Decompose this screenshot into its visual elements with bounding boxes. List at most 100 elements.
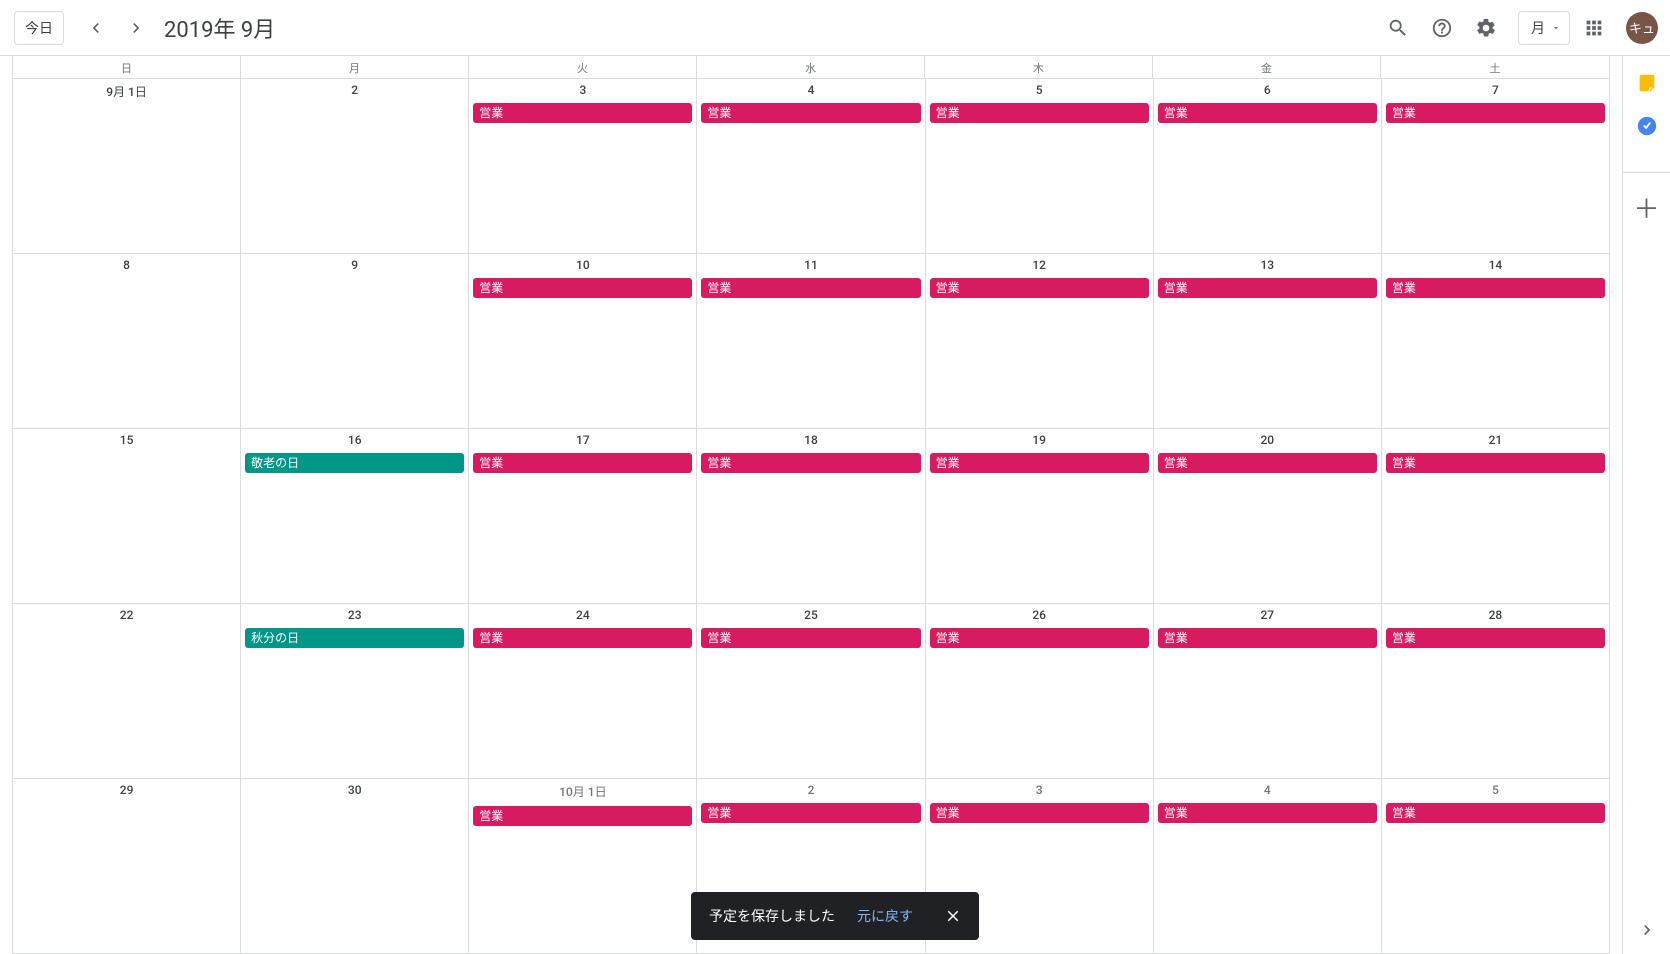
calendar-event[interactable]: 営業 [1158,628,1377,648]
day-cell[interactable]: 16敬老の日 [241,428,469,603]
calendar-event[interactable]: 営業 [1158,453,1377,473]
main-wrap: 日 月 火 水 木 金 土 9月 1日23営業4営業5営業6営業7営業8910営… [0,56,1670,954]
apps-grid-icon [1583,17,1605,39]
calendar-event[interactable]: 営業 [473,453,692,473]
day-number: 13 [1154,254,1381,278]
day-cell[interactable]: 14営業 [1382,253,1610,428]
calendar-event[interactable]: 営業 [473,278,692,298]
plus-icon: ＋ [1633,195,1659,225]
toast-undo[interactable]: 元に戻す [857,906,913,926]
calendar-event[interactable]: 営業 [1158,803,1377,823]
chevron-right-icon [126,18,146,38]
addons-button[interactable]: ＋ [1623,172,1670,226]
calendar-event[interactable]: 営業 [1158,278,1377,298]
toast-close[interactable] [935,898,971,934]
day-cell[interactable]: 30 [241,778,469,953]
day-cell[interactable]: 28営業 [1382,603,1610,778]
toast: 予定を保存しました 元に戻す [691,892,979,940]
account-avatar[interactable]: キュ [1626,12,1658,44]
calendar-event[interactable]: 営業 [473,806,692,826]
day-number: 30 [241,779,468,803]
calendar-event[interactable]: 営業 [1386,453,1605,473]
calendar-event[interactable]: 営業 [1158,103,1377,123]
day-cell[interactable]: 10営業 [469,253,697,428]
day-header: 木 [925,56,1153,78]
calendar-event[interactable]: 営業 [473,628,692,648]
calendar-event[interactable]: 営業 [930,453,1149,473]
day-number: 12 [926,254,1153,278]
calendar-event[interactable]: 営業 [930,103,1149,123]
settings-button[interactable] [1466,8,1506,48]
view-selector[interactable]: 月 [1518,11,1570,45]
keep-button[interactable] [1635,72,1659,96]
calendar-event[interactable]: 営業 [1386,628,1605,648]
apps-button[interactable] [1574,8,1614,48]
calendar-event[interactable]: 営業 [930,628,1149,648]
day-number: 29 [13,779,240,803]
day-cell[interactable]: 10月 1日営業 [469,778,697,953]
day-cell[interactable]: 23秋分の日 [241,603,469,778]
calendar-event[interactable]: 営業 [1386,278,1605,298]
day-cell[interactable]: 27営業 [1154,603,1382,778]
day-cell[interactable]: 17営業 [469,428,697,603]
day-header: 火 [469,56,697,78]
day-cell[interactable]: 18営業 [697,428,925,603]
day-number: 10 [469,254,696,278]
search-button[interactable] [1378,8,1418,48]
calendar-event[interactable]: 営業 [701,103,920,123]
collapse-side-button[interactable] [1637,920,1657,940]
next-button[interactable] [116,8,156,48]
day-number: 18 [697,429,924,453]
day-cell[interactable]: 26営業 [926,603,1154,778]
day-number: 9 [241,254,468,278]
day-number: 6 [1154,79,1381,103]
day-cell[interactable]: 11営業 [697,253,925,428]
calendar-event[interactable]: 営業 [701,628,920,648]
day-cell[interactable]: 20営業 [1154,428,1382,603]
search-icon [1387,17,1409,39]
day-cell[interactable]: 4営業 [1154,778,1382,953]
day-cell[interactable]: 13営業 [1154,253,1382,428]
day-cell[interactable]: 24営業 [469,603,697,778]
calendar-event[interactable]: 営業 [701,278,920,298]
calendar-event[interactable]: 営業 [473,103,692,123]
calendar-event[interactable]: 敬老の日 [245,453,464,473]
month-grid: 9月 1日23営業4営業5営業6営業7営業8910営業11営業12営業13営業1… [12,78,1610,954]
day-cell[interactable]: 4営業 [697,78,925,253]
tasks-button[interactable] [1635,114,1659,138]
day-cell[interactable]: 12営業 [926,253,1154,428]
day-cell[interactable]: 8 [13,253,241,428]
calendar-event[interactable]: 営業 [1386,103,1605,123]
calendar-event[interactable]: 営業 [701,803,920,823]
prev-button[interactable] [76,8,116,48]
day-cell[interactable]: 22 [13,603,241,778]
day-cell[interactable]: 15 [13,428,241,603]
day-cell[interactable]: 3営業 [469,78,697,253]
calendar-event[interactable]: 営業 [701,453,920,473]
calendar-event[interactable]: 営業 [930,803,1149,823]
day-cell[interactable]: 19営業 [926,428,1154,603]
day-cell[interactable]: 9月 1日 [13,78,241,253]
day-header: 月 [241,56,469,78]
day-cell[interactable]: 5営業 [926,78,1154,253]
keep-icon [1636,73,1658,95]
calendar-event[interactable]: 営業 [1386,803,1605,823]
day-cell[interactable]: 25営業 [697,603,925,778]
day-cell[interactable]: 2 [241,78,469,253]
help-button[interactable] [1422,8,1462,48]
today-button[interactable]: 今日 [14,11,64,45]
day-cell[interactable]: 21営業 [1382,428,1610,603]
date-range-title: 2019年 9月 [164,12,275,44]
day-cell[interactable]: 9 [241,253,469,428]
day-cell[interactable]: 6営業 [1154,78,1382,253]
chevron-right-icon [1637,920,1657,940]
day-cell[interactable]: 7営業 [1382,78,1610,253]
day-cell[interactable]: 5営業 [1382,778,1610,953]
question-circle-icon [1431,17,1453,39]
day-cell[interactable]: 29 [13,778,241,953]
calendar-event[interactable]: 秋分の日 [245,628,464,648]
calendar-event[interactable]: 営業 [930,278,1149,298]
day-number: 2 [241,79,468,103]
day-number: 2 [697,779,924,803]
day-header: 水 [697,56,925,78]
